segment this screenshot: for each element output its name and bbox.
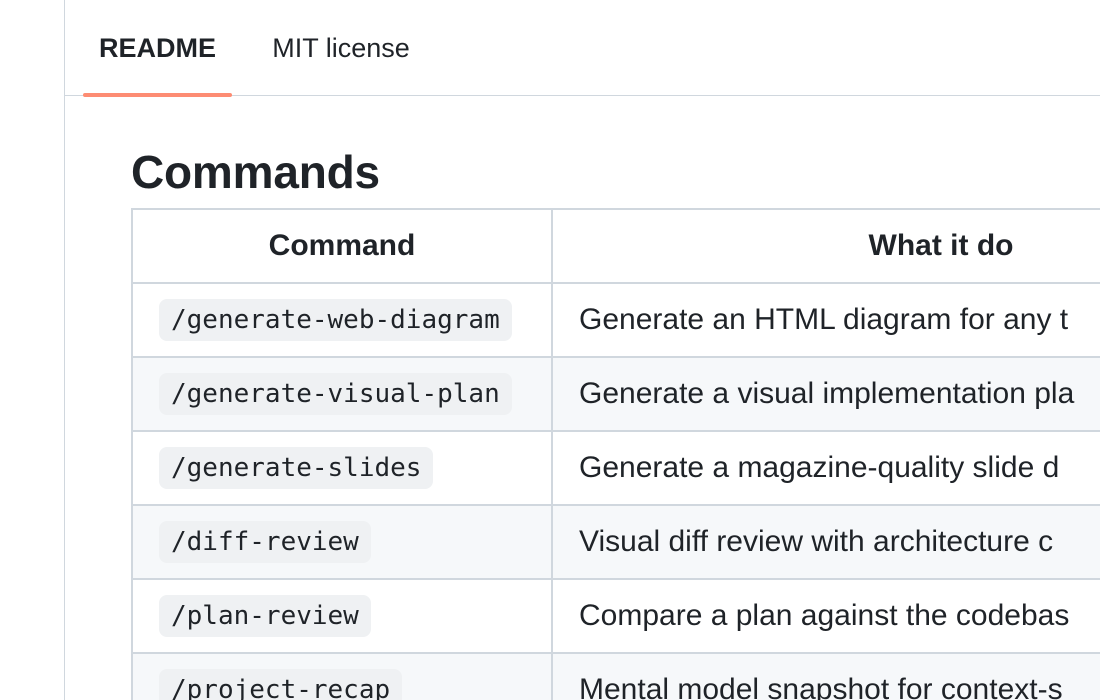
readme-viewer: README MIT license Commands Command What… [0, 0, 1100, 700]
readme-tab-bar: README MIT license [65, 0, 1100, 97]
commands-table: Command What it do /generate-web-diagram… [131, 208, 1100, 700]
command-cell: /generate-visual-plan [131, 356, 553, 432]
tab-mit-license[interactable]: MIT license [268, 0, 414, 96]
command-cell: /diff-review [131, 504, 553, 580]
description-cell: Mental model snapshot for context-s [551, 652, 1100, 700]
readme-content: Commands Command What it do /generate-we… [131, 96, 1100, 700]
table-header-row: Command What it do [131, 208, 1100, 284]
command-code: /project-recap [159, 669, 403, 700]
command-column-header: Command [131, 208, 553, 284]
tab-mit-license-label: MIT license [272, 32, 410, 63]
command-code: /diff-review [159, 521, 371, 563]
readme-panel: README MIT license Commands Command What… [64, 0, 1100, 700]
command-code: /generate-slides [159, 447, 434, 489]
command-code: /generate-visual-plan [159, 373, 512, 415]
description-cell: Visual diff review with architecture c [551, 504, 1100, 580]
table-row: /diff-review Visual diff review with arc… [131, 504, 1100, 580]
command-cell: /generate-slides [131, 430, 553, 506]
commands-heading: Commands [131, 134, 1100, 213]
command-cell: /generate-web-diagram [131, 282, 553, 358]
command-code: /generate-web-diagram [159, 299, 512, 341]
description-cell: Generate a visual implementation pla [551, 356, 1100, 432]
description-cell: Compare a plan against the codebas [551, 578, 1100, 654]
command-code: /plan-review [159, 595, 371, 637]
table-row: /generate-visual-plan Generate a visual … [131, 356, 1100, 432]
description-cell: Generate an HTML diagram for any t [551, 282, 1100, 358]
tab-readme[interactable]: README [83, 0, 232, 97]
tab-readme-label: README [98, 32, 216, 63]
command-cell: /plan-review [131, 578, 553, 654]
table-row: /generate-web-diagram Generate an HTML d… [131, 282, 1100, 358]
command-cell: /project-recap [131, 652, 553, 700]
table-row: /generate-slides Generate a magazine-qua… [131, 430, 1100, 506]
description-cell: Generate a magazine-quality slide d [551, 430, 1100, 506]
table-row: /project-recap Mental model snapshot for… [131, 652, 1100, 700]
table-row: /plan-review Compare a plan against the … [131, 578, 1100, 654]
description-column-header: What it do [551, 208, 1100, 284]
